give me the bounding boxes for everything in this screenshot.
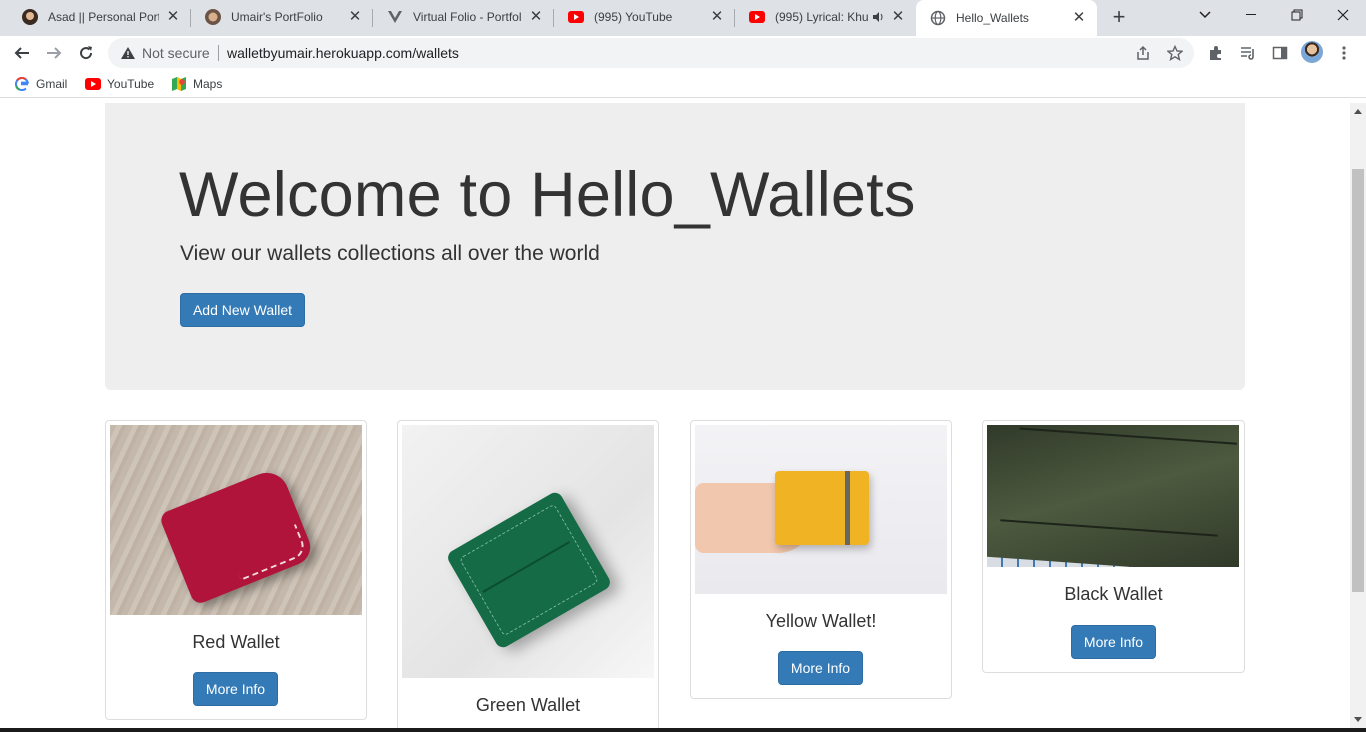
close-icon[interactable]: ✕ bbox=[709, 9, 725, 25]
profile-avatar[interactable] bbox=[1301, 41, 1323, 63]
bookmark-star-icon[interactable] bbox=[1166, 44, 1184, 62]
bookmark-label: Maps bbox=[193, 77, 223, 91]
wallet-image-yellow[interactable] bbox=[695, 425, 947, 594]
wallet-card-black: Black Wallet More Info bbox=[982, 420, 1245, 673]
tab-umair-portfolio[interactable]: Umair's PortFolio ✕ bbox=[191, 0, 373, 34]
bookmark-youtube[interactable]: YouTube bbox=[85, 76, 154, 92]
globe-icon bbox=[930, 10, 946, 26]
scroll-up-arrow-icon[interactable] bbox=[1354, 109, 1362, 114]
scrollbar-thumb[interactable] bbox=[1352, 169, 1364, 592]
wallet-card-red: Red Wallet More Info bbox=[105, 420, 367, 720]
security-label[interactable]: Not secure bbox=[142, 45, 210, 61]
extensions-icon[interactable] bbox=[1206, 43, 1226, 63]
scroll-down-arrow-icon[interactable] bbox=[1354, 717, 1362, 722]
back-icon[interactable] bbox=[8, 39, 36, 67]
media-controls-icon[interactable] bbox=[1238, 43, 1258, 63]
close-icon[interactable]: ✕ bbox=[528, 9, 544, 25]
tab-title: (995) YouTube bbox=[594, 10, 673, 24]
tab-title: Virtual Folio - Portfolio bbox=[413, 10, 522, 24]
google-icon bbox=[14, 76, 30, 92]
tab-strip: Asad || Personal Portfo ✕ Umair's PortFo… bbox=[0, 0, 1366, 36]
wallet-name: Black Wallet bbox=[1064, 584, 1163, 604]
page-title: Welcome to Hello_Wallets bbox=[179, 160, 916, 230]
wallet-image-black[interactable] bbox=[987, 425, 1239, 567]
tab-title: (995) Lyrical: Khuda bbox=[775, 10, 868, 24]
divider bbox=[218, 45, 219, 61]
close-icon[interactable]: ✕ bbox=[165, 9, 181, 25]
bookmark-maps[interactable]: Maps bbox=[171, 76, 222, 92]
page-viewport: Welcome to Hello_Wallets View our wallet… bbox=[0, 103, 1350, 732]
close-icon[interactable]: ✕ bbox=[1071, 10, 1087, 26]
forward-icon[interactable] bbox=[40, 39, 68, 67]
speaker-icon[interactable] bbox=[872, 9, 884, 25]
youtube-icon bbox=[85, 76, 101, 92]
bookmark-label: Gmail bbox=[36, 77, 68, 91]
tab-youtube-lyrical[interactable]: (995) Lyrical: Khuda ✕ bbox=[735, 0, 916, 34]
more-info-button-black[interactable]: More Info bbox=[1071, 625, 1156, 659]
new-tab-icon[interactable]: + bbox=[1108, 6, 1130, 28]
jumbotron: Welcome to Hello_Wallets View our wallet… bbox=[105, 103, 1245, 390]
wallet-name: Red Wallet bbox=[192, 632, 280, 652]
maps-icon bbox=[171, 76, 187, 92]
close-icon[interactable]: ✕ bbox=[347, 9, 363, 25]
tab-search-icon[interactable] bbox=[1182, 0, 1228, 30]
avatar-icon bbox=[22, 9, 38, 25]
v-logo-icon bbox=[387, 9, 403, 25]
restore-icon[interactable] bbox=[1274, 0, 1320, 30]
wallet-image-red[interactable] bbox=[110, 425, 362, 615]
wallet-name: Yellow Wallet! bbox=[765, 611, 877, 631]
tab-title: Hello_Wallets bbox=[956, 11, 1029, 25]
more-info-button-yellow[interactable]: More Info bbox=[778, 651, 863, 685]
bookmark-label: YouTube bbox=[107, 77, 155, 91]
address-bar[interactable]: Not secure walletbyumair.herokuapp.com/w… bbox=[108, 38, 1194, 68]
share-icon[interactable] bbox=[1134, 44, 1152, 62]
side-panel-icon[interactable] bbox=[1270, 43, 1290, 63]
tab-asad-portfolio[interactable]: Asad || Personal Portfo ✕ bbox=[8, 0, 191, 34]
bookmark-gmail[interactable]: Gmail bbox=[14, 76, 67, 92]
reload-icon[interactable] bbox=[72, 39, 100, 67]
tab-hello-wallets[interactable]: Hello_Wallets ✕ bbox=[916, 0, 1097, 36]
more-menu-icon[interactable] bbox=[1334, 43, 1354, 63]
wallet-image-green[interactable] bbox=[402, 425, 654, 678]
youtube-icon bbox=[749, 9, 765, 25]
add-new-wallet-button[interactable]: Add New Wallet bbox=[180, 293, 305, 327]
tab-title: Asad || Personal Portfo bbox=[48, 10, 159, 24]
more-info-button-red[interactable]: More Info bbox=[193, 672, 278, 706]
tab-title: Umair's PortFolio bbox=[231, 10, 323, 24]
page-scrollbar[interactable] bbox=[1350, 103, 1366, 732]
wallet-name: Green Wallet bbox=[475, 695, 581, 715]
window-close-icon[interactable] bbox=[1320, 0, 1366, 30]
browser-toolbar: Not secure walletbyumair.herokuapp.com/w… bbox=[0, 36, 1366, 70]
avatar-icon bbox=[205, 9, 221, 25]
url-text[interactable]: walletbyumair.herokuapp.com/wallets bbox=[227, 45, 459, 61]
os-taskbar-edge bbox=[0, 728, 1366, 732]
page-subtitle: View our wallets collections all over th… bbox=[180, 242, 600, 265]
youtube-icon bbox=[568, 9, 584, 25]
minimize-icon[interactable] bbox=[1228, 0, 1274, 30]
wallet-card-yellow: Yellow Wallet! More Info bbox=[690, 420, 952, 699]
close-icon[interactable]: ✕ bbox=[890, 9, 906, 25]
tab-virtual-folio[interactable]: Virtual Folio - Portfolio ✕ bbox=[373, 0, 554, 34]
bookmarks-bar: Gmail YouTube Maps bbox=[0, 70, 1366, 98]
warning-icon[interactable] bbox=[120, 46, 136, 65]
wallet-card-green: Green Wallet bbox=[397, 420, 659, 732]
tab-youtube[interactable]: (995) YouTube ✕ bbox=[554, 0, 735, 34]
